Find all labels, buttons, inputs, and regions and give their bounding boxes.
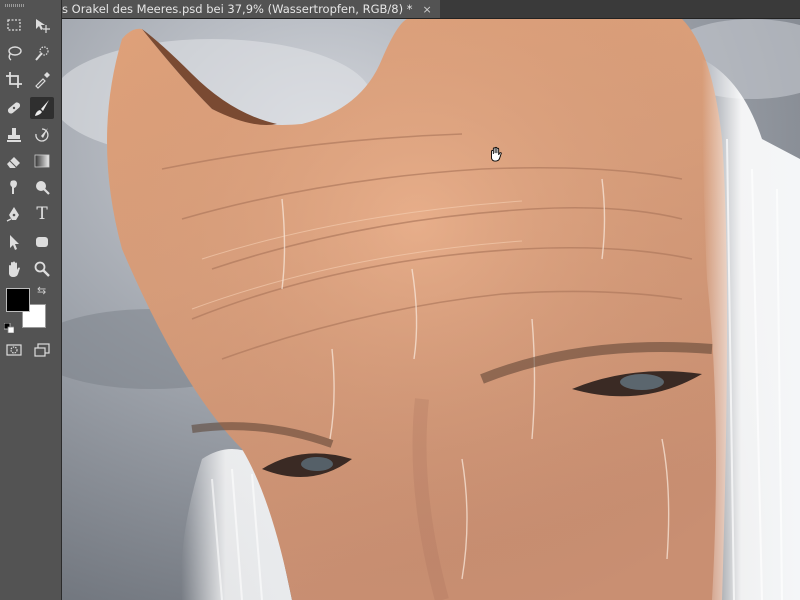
tools-panel: T ⇆ [0,0,62,600]
pen-icon[interactable] [2,203,26,225]
dodge-icon[interactable] [30,176,54,198]
type-icon-glyph: T [36,204,48,224]
move-icon[interactable] [30,14,54,36]
quick-selection-icon[interactable] [30,42,54,64]
document-canvas[interactable] [62,19,800,600]
marquee-icon[interactable] [2,14,26,36]
arrow-icon[interactable] [2,231,26,253]
swap-colors-icon[interactable]: ⇆ [37,284,46,297]
rounded-rect-icon[interactable] [30,231,54,253]
crop-icon[interactable] [2,69,26,91]
eyedropper-icon[interactable] [30,69,54,91]
panel-grip[interactable] [5,4,25,7]
gradient-icon[interactable] [30,150,54,172]
foreground-color-swatch[interactable] [6,288,30,312]
bandage-icon[interactable] [2,97,26,119]
color-swatches: ⇆ [3,284,52,334]
brush-icon[interactable] [30,97,54,119]
hand-cursor-icon [488,146,504,162]
type-icon[interactable]: T [30,203,54,225]
quick-mask-icon[interactable] [2,339,26,361]
stamp-icon[interactable] [2,124,26,146]
history-brush-icon[interactable] [30,124,54,146]
hand-icon[interactable] [2,258,26,280]
eraser-icon[interactable] [2,150,26,172]
smudge-icon[interactable] [2,176,26,198]
magnifier-icon[interactable] [30,258,54,280]
lasso-icon[interactable] [2,42,26,64]
artwork-image [62,19,800,600]
close-tab-icon[interactable]: × [422,3,431,16]
document-tab-title: s Orakel des Meeres.psd bei 37,9% (Wasse… [62,2,413,16]
screen-mode-icon[interactable] [30,339,54,361]
default-colors-icon[interactable] [3,318,15,334]
document-tab-bar: s Orakel des Meeres.psd bei 37,9% (Wasse… [62,0,800,19]
document-tab[interactable]: s Orakel des Meeres.psd bei 37,9% (Wasse… [62,0,440,18]
